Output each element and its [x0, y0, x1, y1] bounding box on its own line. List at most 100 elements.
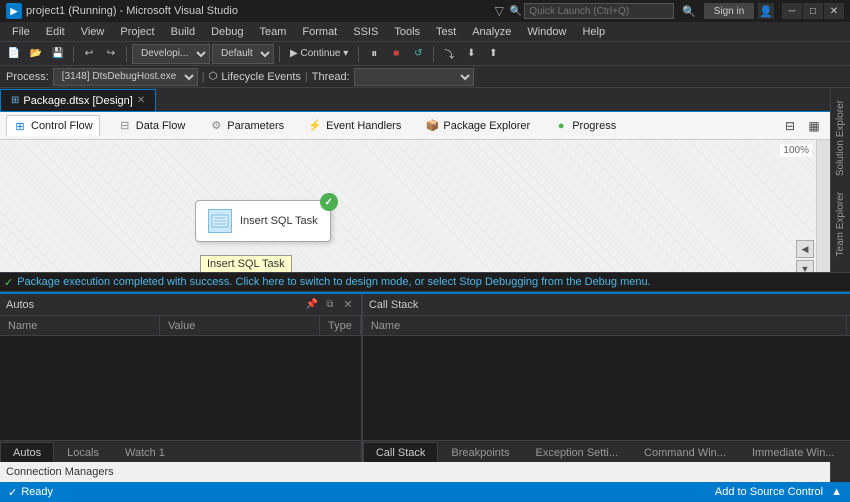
step-over-btn[interactable]: ⤵: [439, 44, 459, 64]
tooltip-text: Insert SQL Task: [207, 258, 285, 270]
status-ready: Ready: [21, 486, 53, 498]
quick-launch-input[interactable]: [524, 3, 674, 19]
ssis-tab-control-flow[interactable]: ⊞ Control Flow: [6, 115, 100, 136]
doc-tab-close[interactable]: ✕: [137, 95, 145, 106]
connection-managers-bar: Connection Managers: [0, 460, 830, 482]
autos-tab-watch1[interactable]: Watch 1: [112, 442, 178, 462]
menu-bar: File Edit View Project Build Debug Team …: [0, 22, 850, 42]
maximize-button[interactable]: □: [803, 3, 823, 19]
parameters-icon: ⚙: [209, 119, 223, 133]
menu-view[interactable]: View: [73, 24, 113, 40]
ssis-task-insert-sql[interactable]: Insert SQL Task ✓: [195, 200, 331, 242]
process-label: Process:: [6, 71, 49, 83]
menu-window[interactable]: Window: [519, 24, 574, 40]
menu-project[interactable]: Project: [112, 24, 162, 40]
minimize-button[interactable]: ─: [782, 3, 802, 19]
autos-float-btn[interactable]: ⧉: [323, 298, 337, 312]
menu-team[interactable]: Team: [252, 24, 295, 40]
info-bar-link[interactable]: Package execution completed with success…: [17, 276, 650, 288]
call-stack-tab-immediate[interactable]: Immediate Win...: [739, 442, 848, 462]
task-label: Insert SQL Task: [240, 215, 318, 227]
autos-close-btn[interactable]: ✕: [341, 298, 355, 312]
autos-tab-locals[interactable]: Locals: [54, 442, 112, 462]
account-icon[interactable]: 👤: [758, 3, 774, 19]
autos-pin-btn[interactable]: 📌: [305, 298, 319, 312]
add-source-control[interactable]: Add to Source Control: [715, 486, 823, 498]
menu-format[interactable]: Format: [294, 24, 345, 40]
ready-icon: ✓: [8, 486, 17, 499]
call-stack-tabs: Call Stack Breakpoints Exception Setti..…: [363, 440, 850, 462]
close-button[interactable]: ✕: [824, 3, 844, 19]
call-stack-content: [363, 336, 850, 440]
ssis-btn-1[interactable]: ⊟: [780, 116, 800, 136]
canvas-nav-left[interactable]: ◀: [796, 240, 814, 258]
window-title: project1 (Running) - Microsoft Visual St…: [26, 5, 495, 17]
open-btn[interactable]: 📂: [26, 44, 46, 64]
toolbar-sep-3: [279, 46, 280, 62]
menu-debug[interactable]: Debug: [203, 24, 251, 40]
redo-btn[interactable]: ↪: [101, 44, 121, 64]
step-into-btn[interactable]: ⬇: [461, 44, 481, 64]
window-controls: ─ □ ✕: [782, 3, 844, 19]
toolbar: 📄 📂 💾 ↩ ↪ Developi... Default ▶ Continue…: [0, 42, 850, 66]
info-bar: ✓ Package execution completed with succe…: [0, 272, 850, 292]
lifecycle-label[interactable]: Lifecycle Events: [221, 71, 300, 83]
stop-btn[interactable]: ■: [386, 44, 406, 64]
search-btn-icon[interactable]: 🔍: [682, 5, 696, 18]
autos-tab-autos[interactable]: Autos: [0, 442, 54, 462]
title-bar: ▶ project1 (Running) - Microsoft Visual …: [0, 0, 850, 22]
process-bar: Process: [3148] DtsDebugHost.exe | ⬡ Lif…: [0, 66, 850, 88]
call-stack-header: Call Stack 📌 ⧉ ✕: [363, 294, 850, 316]
step-out-btn[interactable]: ⬆: [483, 44, 503, 64]
connection-managers-label[interactable]: Connection Managers: [6, 466, 114, 478]
save-btn[interactable]: 💾: [48, 44, 68, 64]
menu-test[interactable]: Test: [428, 24, 464, 40]
event-handlers-icon: ⚡: [308, 119, 322, 133]
call-stack-col-name: Name: [363, 316, 847, 335]
call-stack-tab-callstack[interactable]: Call Stack: [363, 442, 439, 462]
data-flow-label: Data Flow: [136, 120, 186, 132]
data-flow-icon: ⊟: [118, 119, 132, 133]
continue-btn[interactable]: ▶ Continue ▾: [285, 44, 353, 64]
ssis-tab-data-flow[interactable]: ⊟ Data Flow: [112, 116, 192, 136]
autos-col-value: Value: [160, 316, 320, 335]
ssis-toolbar: ⊞ Control Flow ⊟ Data Flow ⚙ Parameters …: [0, 112, 830, 140]
status-bar: ✓ Ready Add to Source Control ▲: [0, 482, 850, 502]
undo-btn[interactable]: ↩: [79, 44, 99, 64]
menu-file[interactable]: File: [4, 24, 38, 40]
ssis-tab-package-explorer[interactable]: 📦 Package Explorer: [419, 116, 536, 136]
pause-btn[interactable]: ⏸: [364, 44, 384, 64]
thread-dropdown[interactable]: [354, 68, 474, 86]
ssis-tab-progress[interactable]: ● Progress: [548, 116, 622, 136]
new-project-btn[interactable]: 📄: [4, 44, 24, 64]
up-arrow-icon[interactable]: ▲: [831, 486, 842, 498]
menu-edit[interactable]: Edit: [38, 24, 73, 40]
ssis-btn-2[interactable]: ▦: [804, 116, 824, 136]
vs-icon: ▶: [6, 3, 22, 19]
progress-label: Progress: [572, 120, 616, 132]
menu-help[interactable]: Help: [574, 24, 613, 40]
control-flow-label: Control Flow: [31, 120, 93, 132]
menu-build[interactable]: Build: [163, 24, 203, 40]
solution-config-dropdown[interactable]: Developi...: [132, 44, 210, 64]
toolbar-sep-4: [358, 46, 359, 62]
sidebar-tab-team-explorer[interactable]: Team Explorer: [833, 184, 848, 264]
document-tab[interactable]: ⊞ Package.dtsx [Design] ✕: [0, 89, 156, 111]
menu-tools[interactable]: Tools: [386, 24, 428, 40]
status-right: Add to Source Control ▲: [715, 486, 842, 498]
call-stack-tab-command[interactable]: Command Win...: [631, 442, 739, 462]
call-stack-tab-exception[interactable]: Exception Setti...: [522, 442, 631, 462]
menu-ssis[interactable]: SSIS: [345, 24, 386, 40]
ssis-tab-parameters[interactable]: ⚙ Parameters: [203, 116, 290, 136]
call-stack-tab-breakpoints[interactable]: Breakpoints: [438, 442, 522, 462]
sign-in-button[interactable]: Sign in: [704, 3, 754, 19]
menu-analyze[interactable]: Analyze: [464, 24, 519, 40]
sidebar-tab-solution-explorer[interactable]: Solution Explorer: [833, 92, 848, 184]
ssis-tab-event-handlers[interactable]: ⚡ Event Handlers: [302, 116, 407, 136]
call-stack-col-lang: Language: [847, 316, 850, 335]
success-badge: ✓: [320, 193, 338, 211]
filter-icon: ▽: [495, 4, 504, 18]
restart-btn[interactable]: ↺: [408, 44, 428, 64]
platform-dropdown[interactable]: Default: [212, 44, 274, 64]
process-dropdown[interactable]: [3148] DtsDebugHost.exe: [53, 68, 198, 86]
